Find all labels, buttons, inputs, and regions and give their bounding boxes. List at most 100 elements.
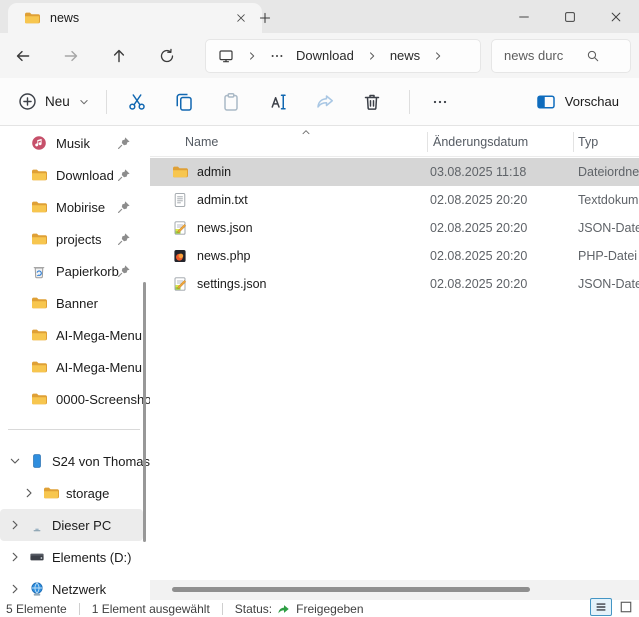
pin-icon[interactable] bbox=[117, 232, 131, 246]
preview-pane-icon bbox=[536, 92, 556, 112]
chevron-right-icon[interactable] bbox=[8, 582, 22, 596]
column-header-row: Name Änderungsdatum Typ bbox=[150, 128, 639, 157]
close-window-button[interactable] bbox=[593, 0, 639, 33]
json-document-icon bbox=[172, 220, 188, 236]
file-type: Dateiordner bbox=[578, 165, 639, 179]
sidebar-item-elements-d[interactable]: Elements (D:) bbox=[0, 541, 150, 573]
sidebar-item-label: AI-Mega-Menu bbox=[56, 328, 142, 343]
new-tab-button[interactable] bbox=[252, 8, 278, 28]
explorer-tab[interactable]: news bbox=[8, 3, 262, 33]
share-button[interactable] bbox=[305, 84, 345, 120]
file-row-admin[interactable]: admin 03.08.2025 11:18 Dateiordner bbox=[150, 158, 639, 186]
this-pc-icon bbox=[29, 517, 45, 533]
sidebar-item-dieser-pc[interactable]: Dieser PC bbox=[0, 509, 143, 541]
toolbar-divider bbox=[409, 90, 410, 114]
back-button[interactable] bbox=[11, 44, 35, 68]
file-type: Textdokument bbox=[578, 193, 639, 207]
chevron-right-icon[interactable] bbox=[366, 50, 378, 62]
column-header-type[interactable]: Typ bbox=[578, 135, 598, 149]
sidebar-item-musik[interactable]: Musik bbox=[0, 127, 150, 159]
sidebar-item-0000-screenshot[interactable]: 0000-Screenshot bbox=[0, 383, 150, 415]
file-date: 02.08.2025 20:20 bbox=[430, 193, 527, 207]
arrow-right-icon bbox=[63, 48, 79, 64]
cut-button[interactable] bbox=[117, 84, 157, 120]
breadcrumb-item-download[interactable]: Download bbox=[296, 48, 354, 63]
sidebar-item-label: Papierkorb bbox=[56, 264, 119, 279]
file-row-news-json[interactable]: news.json 02.08.2025 20:20 JSON-Datei bbox=[150, 214, 639, 242]
file-rows: admin 03.08.2025 11:18 Dateiordner admin… bbox=[150, 158, 639, 298]
breadcrumb-ellipsis-icon[interactable] bbox=[270, 49, 284, 63]
paste-button[interactable] bbox=[211, 84, 251, 120]
sidebar-item-netzwerk[interactable]: Netzwerk bbox=[0, 573, 150, 600]
chevron-right-icon[interactable] bbox=[8, 518, 22, 532]
item-count: 5 Elemente bbox=[6, 602, 67, 616]
details-view-button[interactable] bbox=[590, 598, 612, 616]
preview-toggle-button[interactable]: Vorschau bbox=[528, 84, 627, 120]
sidebar-item-papierkorb[interactable]: Papierkorb bbox=[0, 255, 150, 287]
breadcrumb-item-news[interactable]: news bbox=[390, 48, 420, 63]
sidebar-item-label: AI-Mega-Menu bbox=[56, 360, 142, 375]
sidebar-item-label: Download bbox=[56, 168, 114, 183]
search-input[interactable] bbox=[504, 48, 580, 63]
sidebar-item-projects[interactable]: projects bbox=[0, 223, 150, 255]
details-view-icon bbox=[594, 600, 608, 614]
sort-ascending-icon[interactable] bbox=[300, 126, 312, 138]
column-header-date[interactable]: Änderungsdatum bbox=[433, 135, 528, 149]
rename-button[interactable] bbox=[258, 84, 298, 120]
sidebar-scrollbar[interactable] bbox=[143, 282, 146, 542]
share-icon bbox=[315, 92, 335, 112]
chevron-right-icon[interactable] bbox=[246, 50, 258, 62]
large-icons-view-button[interactable] bbox=[616, 599, 636, 615]
new-button[interactable]: Neu bbox=[12, 84, 96, 120]
recycle-bin-icon bbox=[31, 263, 47, 279]
file-row-admin-txt[interactable]: admin.txt 02.08.2025 20:20 Textdokument bbox=[150, 186, 639, 214]
pin-icon[interactable] bbox=[117, 200, 131, 214]
file-date: 02.08.2025 20:20 bbox=[430, 249, 527, 263]
chevron-right-icon[interactable] bbox=[432, 50, 444, 62]
navigation-sidebar: Musik Download Mobirise projects Papierk… bbox=[0, 126, 150, 600]
column-header-name[interactable]: Name bbox=[185, 135, 218, 149]
copy-button[interactable] bbox=[164, 84, 204, 120]
file-name: settings.json bbox=[197, 277, 266, 291]
sidebar-item-banner[interactable]: Banner bbox=[0, 287, 150, 319]
ellipsis-icon bbox=[432, 94, 448, 110]
column-divider[interactable] bbox=[573, 132, 574, 152]
file-date: 02.08.2025 20:20 bbox=[430, 277, 527, 291]
sidebar-item-ai-mega-menu[interactable]: AI-Mega-Menu bbox=[0, 319, 150, 351]
tab-close-button[interactable] bbox=[230, 7, 252, 29]
refresh-button[interactable] bbox=[155, 44, 179, 68]
address-bar[interactable]: Download news bbox=[205, 39, 481, 73]
delete-button[interactable] bbox=[352, 84, 392, 120]
pin-icon[interactable] bbox=[117, 136, 131, 150]
sidebar-item-download[interactable]: Download bbox=[0, 159, 150, 191]
search-box[interactable] bbox=[491, 39, 631, 73]
more-options-button[interactable] bbox=[420, 84, 460, 120]
file-row-news-php[interactable]: news.php 02.08.2025 20:20 PHP-Datei bbox=[150, 242, 639, 270]
copy-icon bbox=[174, 92, 194, 112]
new-button-label: Neu bbox=[45, 94, 70, 109]
refresh-icon bbox=[159, 48, 175, 64]
file-type: JSON-Datei bbox=[578, 277, 639, 291]
pin-icon[interactable] bbox=[117, 264, 131, 278]
share-status: Status: Freigegeben bbox=[235, 602, 364, 616]
forward-button[interactable] bbox=[59, 44, 83, 68]
sidebar-item-mobirise[interactable]: Mobirise bbox=[0, 191, 150, 223]
sidebar-item-ai-mega-menu-2[interactable]: AI-Mega-Menu bbox=[0, 351, 150, 383]
large-icons-view-icon bbox=[619, 600, 633, 614]
sidebar-item-label: Mobirise bbox=[56, 200, 105, 215]
sidebar-item-s24-von-thomas[interactable]: S24 von Thomas bbox=[0, 445, 150, 477]
maximize-button[interactable] bbox=[547, 0, 593, 33]
chevron-right-icon[interactable] bbox=[22, 486, 36, 500]
column-divider[interactable] bbox=[427, 132, 428, 152]
up-button[interactable] bbox=[107, 44, 131, 68]
chevron-down-icon[interactable] bbox=[8, 454, 22, 468]
file-row-settings-json[interactable]: settings.json 02.08.2025 20:20 JSON-Date… bbox=[150, 270, 639, 298]
horizontal-scrollbar-thumb[interactable] bbox=[172, 587, 530, 592]
trash-icon bbox=[362, 92, 382, 112]
horizontal-scrollbar-track[interactable] bbox=[150, 580, 639, 600]
chevron-right-icon[interactable] bbox=[8, 550, 22, 564]
sidebar-item-storage[interactable]: storage bbox=[0, 477, 150, 509]
minimize-button[interactable] bbox=[501, 0, 547, 33]
rename-icon bbox=[268, 92, 288, 112]
pin-icon[interactable] bbox=[117, 168, 131, 182]
